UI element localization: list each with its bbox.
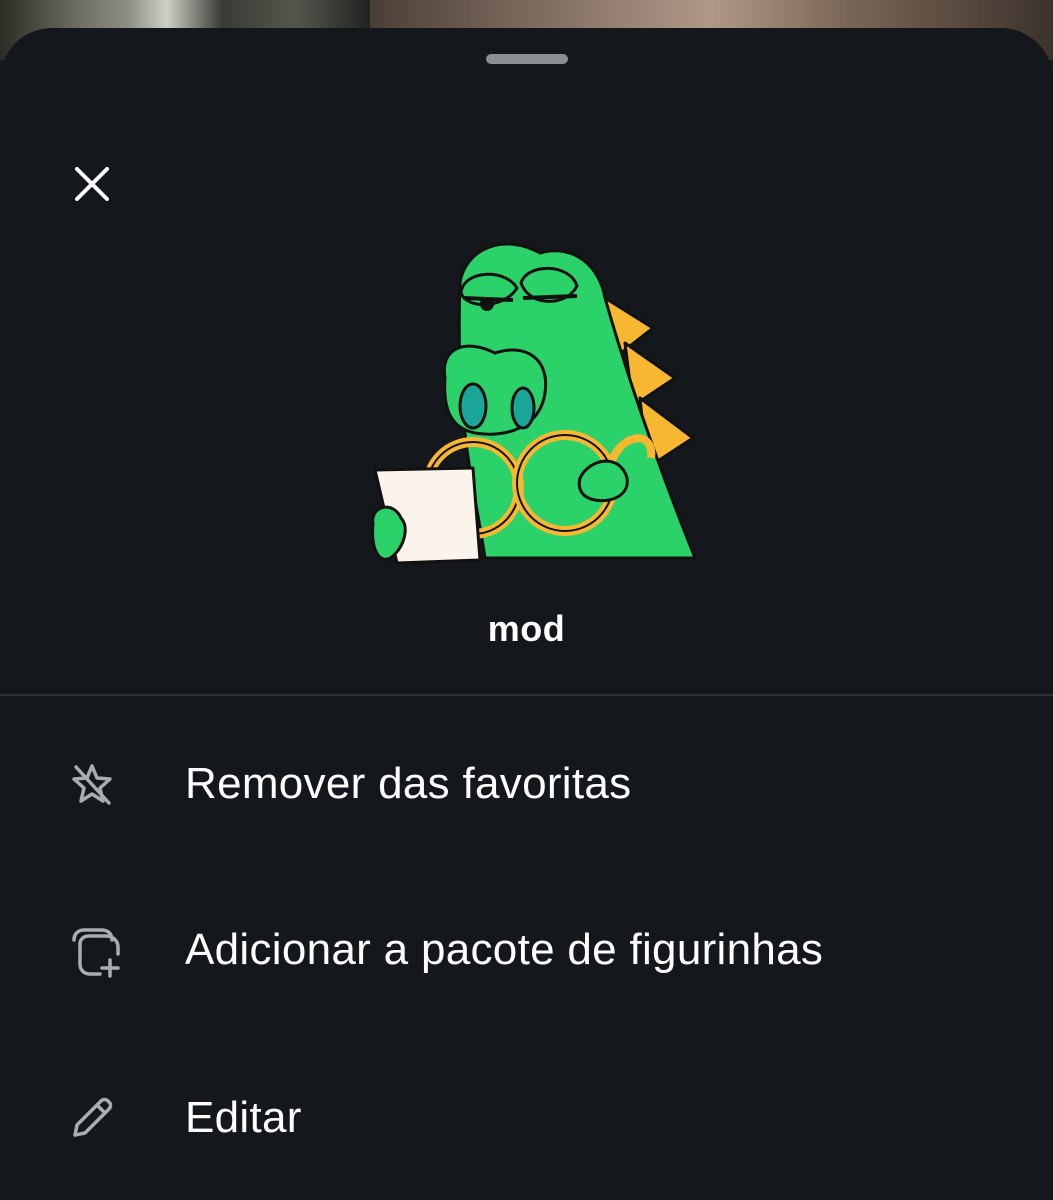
- bottom-sheet: mod Remover das favoritas Adicionar a pa…: [0, 28, 1053, 1200]
- close-icon: [75, 167, 109, 201]
- sticker-add-icon: [62, 920, 122, 980]
- sticker-image[interactable]: [355, 228, 700, 568]
- remove-from-favorites-item[interactable]: Remover das favoritas: [0, 714, 1053, 854]
- edit-label: Editar: [185, 1093, 302, 1142]
- sticker-name: mod: [487, 608, 566, 649]
- pencil-icon: [62, 1088, 122, 1148]
- add-to-sticker-pack-label: Adicionar a pacote de figurinhas: [185, 925, 824, 974]
- divider: [0, 694, 1053, 696]
- remove-from-favorites-label: Remover das favoritas: [185, 759, 632, 808]
- drag-handle[interactable]: [486, 54, 568, 64]
- star-off-icon: [62, 754, 122, 814]
- add-to-sticker-pack-item[interactable]: Adicionar a pacote de figurinhas: [0, 880, 1053, 1020]
- close-button[interactable]: [62, 154, 122, 214]
- edit-item[interactable]: Editar: [0, 1048, 1053, 1188]
